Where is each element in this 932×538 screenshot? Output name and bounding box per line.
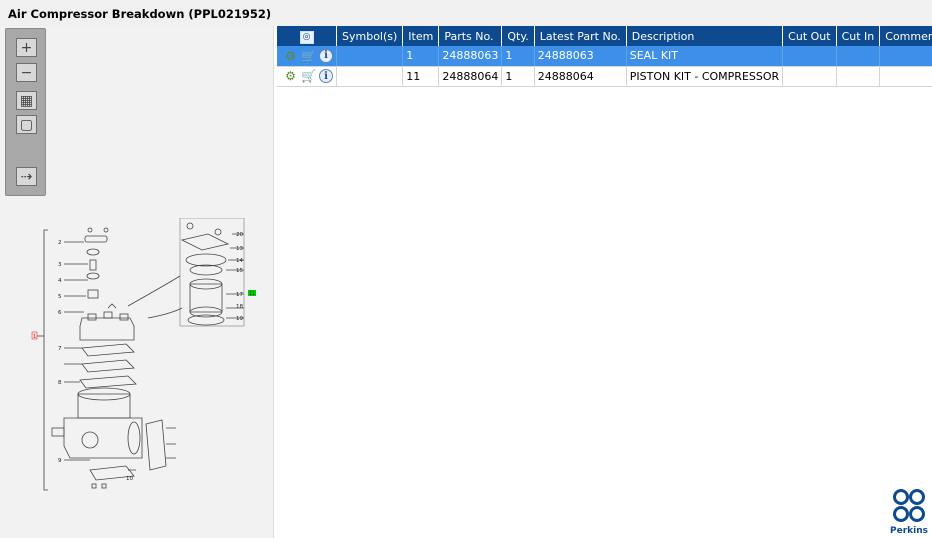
fit-grid-button[interactable]: ▦: [16, 91, 37, 110]
column-header-cut-in[interactable]: Cut In: [836, 26, 881, 46]
cell-description: SEAL KIT: [626, 46, 784, 67]
fit-page-button[interactable]: ▢: [16, 115, 37, 134]
grid-icon: ▦: [19, 92, 34, 109]
callout-label: 13: [236, 246, 243, 252]
window-title: Air Compressor Breakdown (PPL021952): [8, 7, 272, 21]
callout-label: 4: [58, 278, 62, 284]
column-header-parts-no[interactable]: Parts No.: [438, 26, 503, 46]
cell-latest-part-no: 24888064: [534, 66, 627, 87]
row-actions: ⚙ 🛒 i: [277, 66, 337, 87]
column-header-description[interactable]: Description: [626, 26, 784, 46]
callout-label: 14: [236, 258, 243, 264]
brand-name: Perkins: [890, 526, 928, 536]
view-diagram-icon[interactable]: ◎: [299, 30, 314, 44]
column-header-symbols[interactable]: Symbol(s): [336, 26, 404, 46]
callout-label: 6: [58, 310, 62, 316]
cell-parts-no: 24888064: [438, 66, 503, 87]
callout-label: 10: [126, 476, 133, 482]
cell-comment: [879, 46, 932, 67]
zoom-out-button[interactable]: −: [16, 63, 37, 82]
square-icon: ▢: [19, 116, 34, 133]
cell-qty: 1: [501, 46, 535, 67]
gear-icon[interactable]: ⚙: [283, 48, 298, 63]
cell-description: PISTON KIT - COMPRESSOR: [626, 66, 784, 87]
cell-cut-out: [782, 46, 837, 67]
title-bar: Air Compressor Breakdown (PPL021952): [0, 0, 932, 26]
info-icon[interactable]: i: [319, 69, 333, 83]
callout-label: 20: [236, 232, 243, 238]
export-icon: ⇢: [20, 168, 33, 185]
zoom-out-icon: −: [20, 64, 33, 81]
callout-label: 5: [58, 294, 62, 300]
callout-label: 8: [58, 380, 62, 386]
cell-cut-in: [836, 46, 881, 67]
row-actions: ⚙ 🛒 i: [277, 46, 337, 67]
cart-icon[interactable]: 🛒: [301, 48, 316, 63]
cell-parts-no: 24888063: [438, 46, 503, 67]
column-header-latest-part-no[interactable]: Latest Part No.: [534, 26, 627, 46]
cell-item: 1: [402, 46, 440, 67]
zoom-in-icon: +: [20, 39, 33, 56]
cell-qty: 1: [501, 66, 535, 87]
cell-latest-part-no: 24888063: [534, 46, 627, 67]
callout-label: 15: [236, 268, 243, 274]
table-header: ◎ Symbol(s) Item Parts No. Qty. Latest P…: [277, 26, 932, 46]
diagram-toolbar: + − ▦ ▢ ⇢: [5, 28, 46, 196]
callout-label: 3: [58, 262, 62, 268]
marker-label: 1: [33, 334, 36, 340]
callout-label: 17: [236, 292, 243, 298]
table-row[interactable]: ⚙ 🛒 i 11 24888064 1 24888064 PISTON KIT …: [277, 66, 932, 87]
cart-icon[interactable]: 🛒: [301, 69, 316, 84]
export-button[interactable]: ⇢: [16, 167, 37, 186]
diagram-pane[interactable]: + − ▦ ▢ ⇢ 2 3 4 5 6 7 8 9 10 13 14 15 17…: [0, 26, 274, 538]
exploded-parts-diagram[interactable]: 2 3 4 5 6 7 8 9 10 13 14 15 17 18 19 20 …: [30, 218, 260, 498]
column-header-comment[interactable]: Comment: [879, 26, 932, 46]
cell-cut-out: [782, 66, 837, 87]
callout-label: 7: [58, 346, 62, 352]
column-header-cut-out[interactable]: Cut Out: [782, 26, 837, 46]
perkins-logo-icon: [893, 489, 925, 522]
info-icon[interactable]: i: [319, 48, 333, 63]
cell-comment: [879, 66, 932, 87]
parts-list-pane: ◎ Symbol(s) Item Parts No. Qty. Latest P…: [277, 26, 932, 538]
cell-symbols: [336, 46, 404, 67]
column-header-qty[interactable]: Qty.: [501, 26, 535, 46]
zoom-in-button[interactable]: +: [16, 38, 37, 57]
callout-label: 18: [236, 304, 243, 310]
cell-symbols: [336, 66, 404, 87]
highlight-label: 11: [249, 291, 255, 297]
cell-cut-in: [836, 66, 881, 87]
parts-table: ◎ Symbol(s) Item Parts No. Qty. Latest P…: [277, 26, 932, 87]
gear-icon[interactable]: ⚙: [283, 69, 298, 84]
cell-item: 11: [402, 66, 440, 87]
callout-label: 19: [236, 316, 243, 322]
view-diagram-header[interactable]: ◎: [277, 26, 337, 46]
perkins-logo: Perkins: [889, 488, 929, 536]
column-header-item[interactable]: Item: [402, 26, 440, 46]
table-row[interactable]: ⚙ 🛒 i 1 24888063 1 24888063 SEAL KIT: [277, 46, 932, 67]
callout-label: 9: [58, 458, 62, 464]
callout-label: 2: [58, 240, 62, 246]
